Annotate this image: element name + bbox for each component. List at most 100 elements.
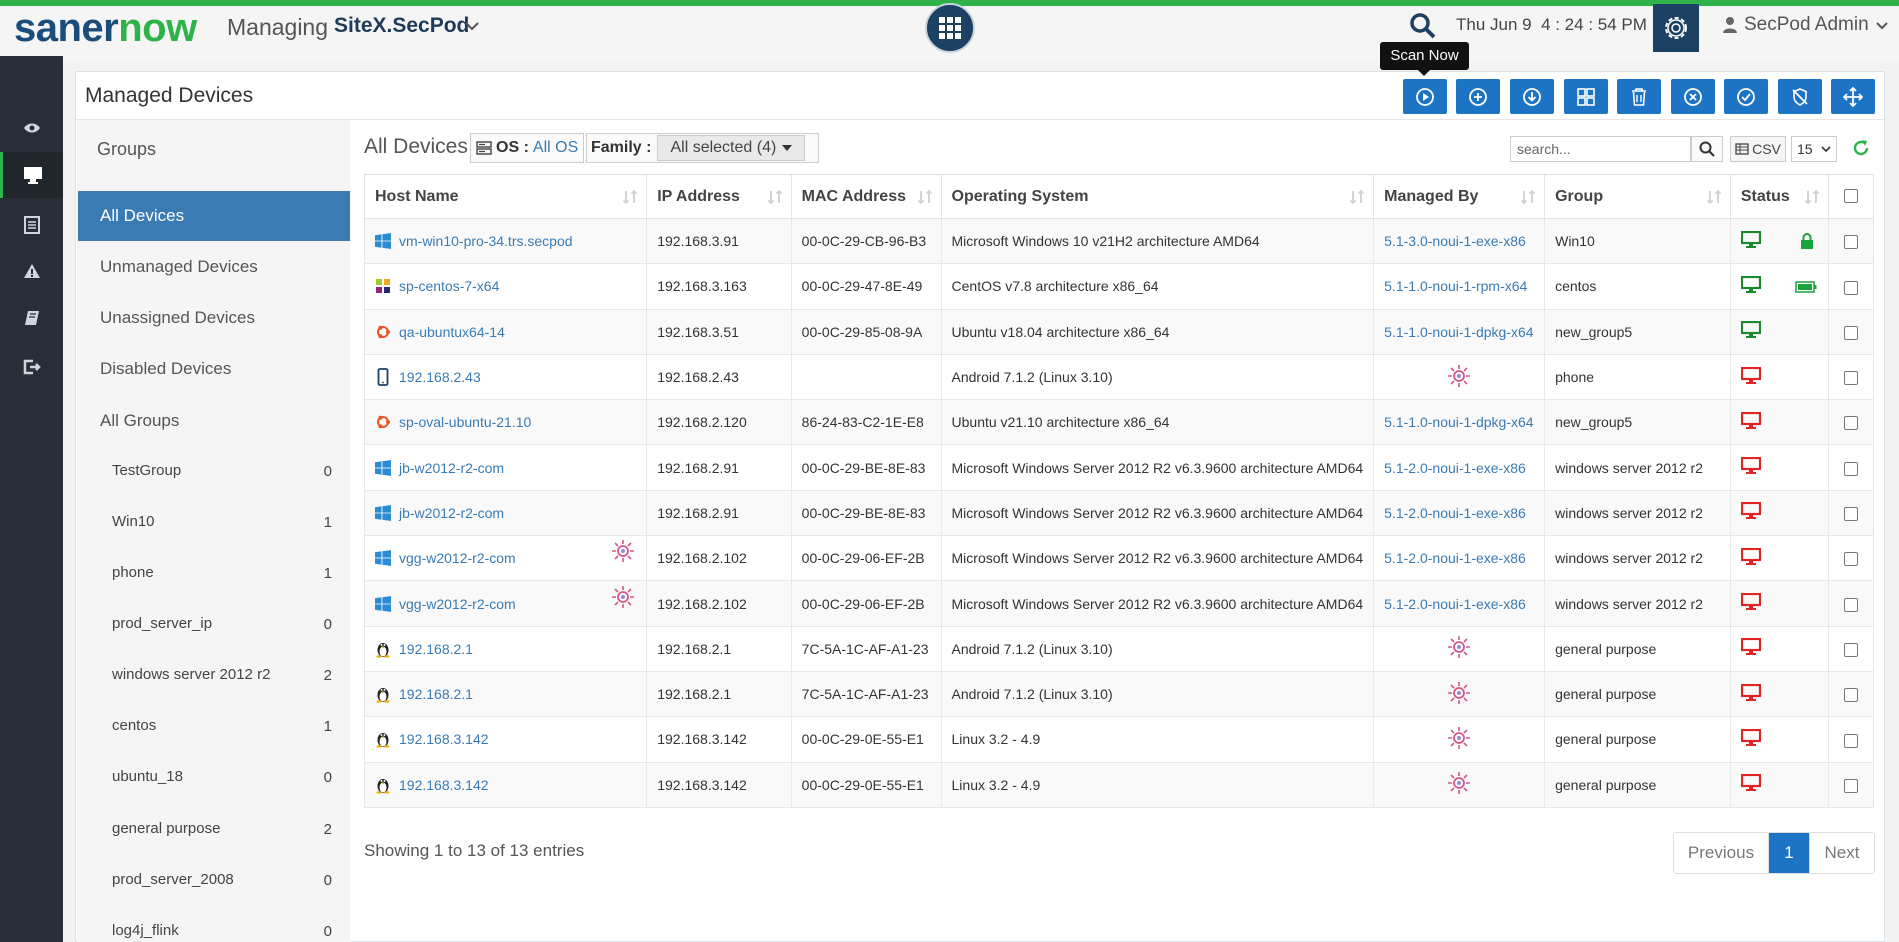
table-row[interactable]: vgg-w2012-r2-com 192.168.2.102 00-0C-29-06…: [363, 535, 1875, 582]
col-operating-system[interactable]: Operating System: [940, 174, 1375, 219]
managed-by-cell[interactable]: 5.1-1.0-noui-1-dpkg-x64: [1373, 399, 1546, 446]
managed-by-cell[interactable]: 5.1-2.0-noui-1-exe-x86: [1373, 580, 1546, 627]
row-select-cell[interactable]: [1827, 625, 1875, 672]
group-item[interactable]: log4j_flink: [112, 922, 179, 939]
nav-devices[interactable]: [0, 152, 63, 198]
host-name-cell[interactable]: 192.168.3.142: [363, 716, 648, 763]
row-select-cell[interactable]: [1827, 263, 1875, 310]
row-checkbox[interactable]: [1843, 597, 1858, 612]
managed-by-cell[interactable]: 5.1-2.0-noui-1-exe-x86: [1373, 444, 1546, 491]
host-name-cell[interactable]: 192.168.2.1: [363, 670, 648, 718]
managed-by-cell[interactable]: 5.1-2.0-noui-1-exe-x86: [1373, 489, 1546, 537]
row-checkbox[interactable]: [1843, 416, 1858, 431]
col-group[interactable]: Group: [1544, 174, 1731, 219]
host-link[interactable]: 192.168.3.142: [399, 731, 489, 747]
row-checkbox[interactable]: [1843, 280, 1858, 295]
host-name-cell[interactable]: jb-w2012-r2-com: [363, 444, 648, 491]
sort-icon[interactable]: [1706, 189, 1722, 210]
site-selector[interactable]: SiteX.SecPod: [334, 14, 469, 38]
nav-reports[interactable]: [0, 202, 63, 248]
col-ip-address[interactable]: IP Address: [646, 174, 792, 219]
row-checkbox[interactable]: [1843, 778, 1858, 793]
search-button[interactable]: [1691, 136, 1723, 162]
managed-by-cell[interactable]: 5.1-1.0-noui-1-rpm-x64: [1373, 263, 1546, 310]
host-name-cell[interactable]: sp-oval-ubuntu-21.10: [363, 399, 648, 446]
row-select-cell[interactable]: [1827, 444, 1875, 491]
row-checkbox[interactable]: [1843, 235, 1858, 250]
col-select-all[interactable]: [1827, 174, 1875, 219]
os-filter[interactable]: OS : All OS: [470, 133, 585, 163]
search-icon[interactable]: [1409, 12, 1437, 40]
settings-button[interactable]: [1653, 4, 1699, 52]
group-unassigned-devices[interactable]: Unassigned Devices: [100, 308, 255, 328]
row-checkbox[interactable]: [1843, 733, 1858, 748]
sort-icon[interactable]: [917, 189, 933, 210]
chevron-down-icon[interactable]: [462, 16, 482, 36]
row-checkbox[interactable]: [1843, 552, 1858, 567]
host-link[interactable]: 192.168.2.1: [399, 641, 473, 657]
host-name-cell[interactable]: 192.168.2.1: [363, 625, 648, 672]
host-link[interactable]: 192.168.2.1: [399, 686, 473, 702]
row-select-cell[interactable]: [1827, 353, 1875, 401]
row-select-cell[interactable]: [1827, 217, 1875, 265]
page-size-select[interactable]: 15: [1791, 136, 1837, 162]
csv-export-button[interactable]: CSV: [1730, 136, 1786, 162]
row-select-cell[interactable]: [1827, 308, 1875, 355]
col-managed-by[interactable]: Managed By: [1373, 174, 1546, 219]
unprotect-button[interactable]: [1778, 79, 1822, 114]
group-item[interactable]: TestGroup: [112, 462, 181, 479]
table-row[interactable]: sp-centos-7-x64 192.168.3.163 00-0C-29-47-…: [363, 263, 1875, 310]
group-item[interactable]: prod_server_2008: [112, 871, 234, 888]
host-link[interactable]: jb-w2012-r2-com: [399, 460, 504, 476]
group-item[interactable]: ubuntu_18: [112, 768, 183, 785]
group-item[interactable]: centos: [112, 717, 156, 734]
user-menu[interactable]: SecPod Admin: [1722, 14, 1889, 36]
group-disabled-devices[interactable]: Disabled Devices: [100, 359, 231, 379]
nav-alerts[interactable]: [0, 248, 63, 294]
host-link[interactable]: qa-ubuntux64-14: [399, 324, 505, 340]
row-select-cell[interactable]: [1827, 761, 1875, 808]
row-checkbox[interactable]: [1843, 371, 1858, 386]
group-unmanaged-devices[interactable]: Unmanaged Devices: [100, 257, 258, 277]
row-checkbox[interactable]: [1843, 688, 1858, 703]
table-row[interactable]: 192.168.2.1 192.168.2.1 7C-5A-1C-AF-A1-23 A…: [363, 625, 1875, 672]
delete-button[interactable]: [1617, 79, 1661, 114]
group-item[interactable]: prod_server_ip: [112, 615, 212, 632]
apps-grid-button[interactable]: [925, 3, 975, 53]
row-select-cell[interactable]: [1827, 580, 1875, 627]
select-all-checkbox[interactable]: [1843, 189, 1858, 204]
host-link[interactable]: 192.168.2.43: [399, 369, 481, 385]
nav-docs[interactable]: [0, 295, 63, 341]
table-row[interactable]: vgg-w2012-r2-com 192.168.2.102 00-0C-29-06…: [363, 580, 1875, 627]
host-name-cell[interactable]: jb-w2012-r2-com: [363, 489, 648, 537]
row-select-cell[interactable]: [1827, 535, 1875, 582]
managed-by-cell[interactable]: 5.1-3.0-noui-1-exe-x86: [1373, 217, 1546, 265]
host-name-cell[interactable]: 192.168.3.142: [363, 761, 648, 808]
group-item[interactable]: general purpose: [112, 820, 220, 837]
host-link[interactable]: vgg-w2012-r2-com: [399, 550, 516, 566]
host-name-cell[interactable]: vm-win10-pro-34.trs.secpod: [363, 217, 648, 265]
disable-button[interactable]: [1671, 79, 1715, 114]
enable-button[interactable]: [1724, 79, 1768, 114]
sort-icon[interactable]: [622, 189, 638, 210]
group-all-groups[interactable]: All Groups: [100, 411, 179, 431]
host-name-cell[interactable]: 192.168.2.43: [363, 353, 648, 401]
col-mac-address[interactable]: MAC Address: [790, 174, 942, 219]
family-select[interactable]: All selected (4): [657, 135, 806, 161]
host-link[interactable]: vm-win10-pro-34.trs.secpod: [399, 233, 573, 249]
managed-by-cell[interactable]: 5.1-1.0-noui-1-dpkg-x64: [1373, 308, 1546, 355]
managed-by-cell[interactable]: 5.1-2.0-noui-1-exe-x86: [1373, 535, 1546, 582]
previous-button[interactable]: Previous: [1674, 833, 1769, 873]
table-row[interactable]: 192.168.3.142 192.168.3.142 00-0C-29-0E-55…: [363, 716, 1875, 763]
host-link[interactable]: 192.168.3.142: [399, 777, 489, 793]
host-name-cell[interactable]: vgg-w2012-r2-com: [363, 580, 648, 627]
table-row[interactable]: 192.168.2.43 192.168.2.43 Android 7.1.2 (L…: [363, 353, 1875, 401]
row-checkbox[interactable]: [1843, 642, 1858, 657]
row-select-cell[interactable]: [1827, 670, 1875, 718]
table-row[interactable]: vm-win10-pro-34.trs.secpod 192.168.3.91 00…: [363, 217, 1875, 265]
row-checkbox[interactable]: [1843, 507, 1858, 522]
host-link[interactable]: vgg-w2012-r2-com: [399, 596, 516, 612]
nav-visibility[interactable]: [0, 105, 63, 151]
host-link[interactable]: jb-w2012-r2-com: [399, 505, 504, 521]
download-button[interactable]: [1510, 79, 1554, 114]
